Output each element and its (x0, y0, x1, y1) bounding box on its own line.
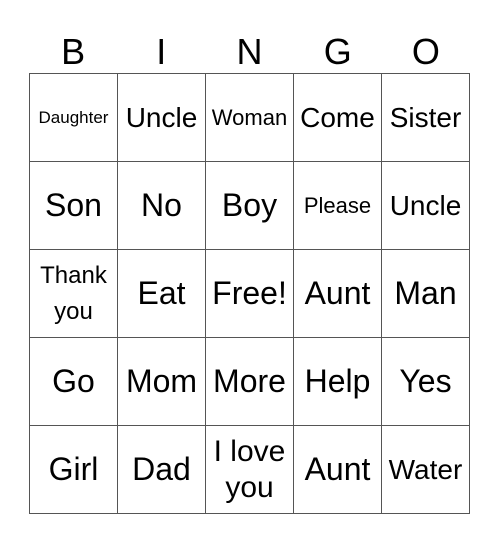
header-letter-o: O (411, 31, 440, 72)
bingo-cell[interactable]: Man (382, 250, 470, 338)
bingo-cell[interactable]: Boy (206, 162, 294, 250)
bingo-grid: Daughter Uncle Woman Come Sister Son No Boy Plea… (29, 73, 470, 514)
header-letter-n: N (236, 31, 263, 72)
bingo-cell[interactable]: No (118, 162, 206, 250)
bingo-cell[interactable]: Girl (30, 426, 118, 514)
bingo-cell[interactable]: Dad (118, 426, 206, 514)
bingo-cell[interactable]: Daughter (30, 74, 118, 162)
bingo-cell[interactable]: Help (294, 338, 382, 426)
bingo-cell[interactable]: Son (30, 162, 118, 250)
bingo-cell[interactable]: Sister (382, 74, 470, 162)
bingo-cell[interactable]: Come (294, 74, 382, 162)
bingo-cell[interactable]: Thank you (30, 250, 118, 338)
bingo-cell[interactable]: Eat (118, 250, 206, 338)
bingo-cell[interactable]: Yes (382, 338, 470, 426)
header-letter-i: I (156, 31, 167, 72)
bingo-cell[interactable]: Mom (118, 338, 206, 426)
bingo-cell[interactable]: More (206, 338, 294, 426)
bingo-cell[interactable]: Uncle (382, 162, 470, 250)
header-letter-g: G (323, 31, 352, 72)
bingo-cell[interactable]: Please (294, 162, 382, 250)
bingo-cell[interactable]: Aunt (294, 250, 382, 338)
bingo-cell[interactable]: Water (382, 426, 470, 514)
bingo-cell[interactable]: Uncle (118, 74, 206, 162)
bingo-header: B I N G O (29, 30, 470, 73)
bingo-cell[interactable]: Aunt (294, 426, 382, 514)
bingo-cell[interactable]: Free! (206, 250, 294, 338)
header-letter-b: B (61, 31, 86, 72)
bingo-cell[interactable]: Go (30, 338, 118, 426)
bingo-cell[interactable]: Woman (206, 74, 294, 162)
bingo-cell[interactable]: I love you (206, 426, 294, 514)
